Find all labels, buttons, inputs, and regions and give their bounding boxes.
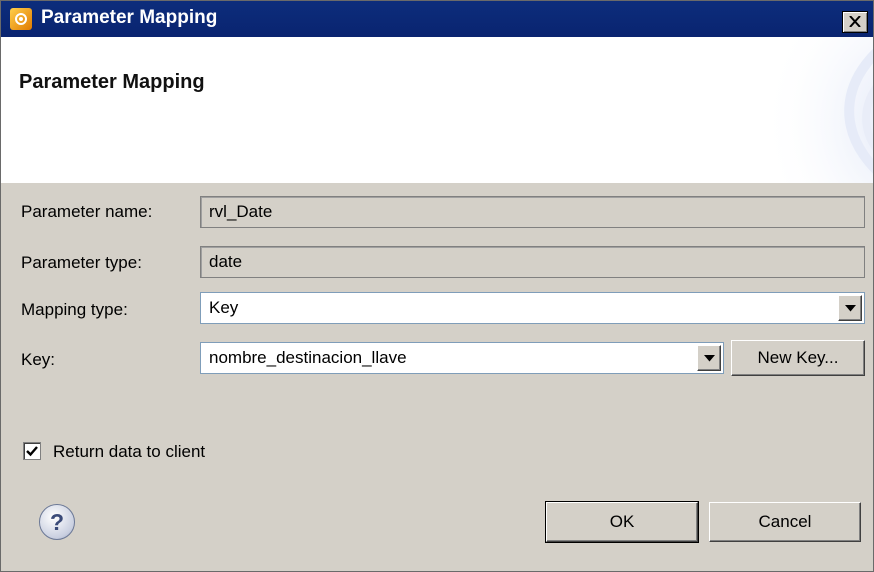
parameter-name-value: rvl_Date (209, 202, 273, 221)
parameter-name-label: Parameter name: (21, 202, 153, 221)
new-key-button[interactable]: New Key... (731, 340, 865, 376)
parameter-type-value: date (209, 252, 243, 271)
parameter-name-field[interactable]: rvl_Date (200, 196, 865, 228)
dropdown-arrow-icon (704, 355, 715, 362)
close-button[interactable] (842, 11, 868, 33)
banner-decoration (743, 37, 873, 183)
key-dropdown-button[interactable] (697, 345, 721, 371)
checkmark-icon (26, 446, 38, 457)
ok-button[interactable]: OK (545, 501, 699, 543)
close-icon (849, 16, 861, 27)
help-icon[interactable]: ? (39, 504, 75, 540)
return-data-checkbox[interactable] (23, 442, 41, 460)
title-bar[interactable]: Parameter Mapping (1, 1, 873, 37)
window-title: Parameter Mapping (41, 7, 218, 28)
banner-title: Parameter Mapping (19, 71, 205, 93)
parameter-type-label: Parameter type: (21, 253, 142, 272)
mapping-type-dropdown-button[interactable] (838, 295, 862, 321)
mapping-type-select[interactable]: Key (200, 292, 865, 324)
app-icon (10, 8, 32, 30)
parameter-mapping-dialog: Parameter Mapping Parameter Mapping Para… (0, 0, 874, 572)
mapping-type-label: Mapping type: (21, 300, 128, 319)
dropdown-arrow-icon (845, 305, 856, 312)
parameter-type-field[interactable]: date (200, 246, 865, 278)
key-value: nombre_destinacion_llave (209, 348, 407, 367)
header-banner: Parameter Mapping (1, 37, 873, 183)
cancel-button[interactable]: Cancel (709, 502, 861, 542)
mapping-type-value: Key (209, 298, 239, 317)
key-label: Key: (21, 350, 56, 369)
key-select[interactable]: nombre_destinacion_llave (200, 342, 724, 374)
return-data-label[interactable]: Return data to client (53, 442, 205, 462)
